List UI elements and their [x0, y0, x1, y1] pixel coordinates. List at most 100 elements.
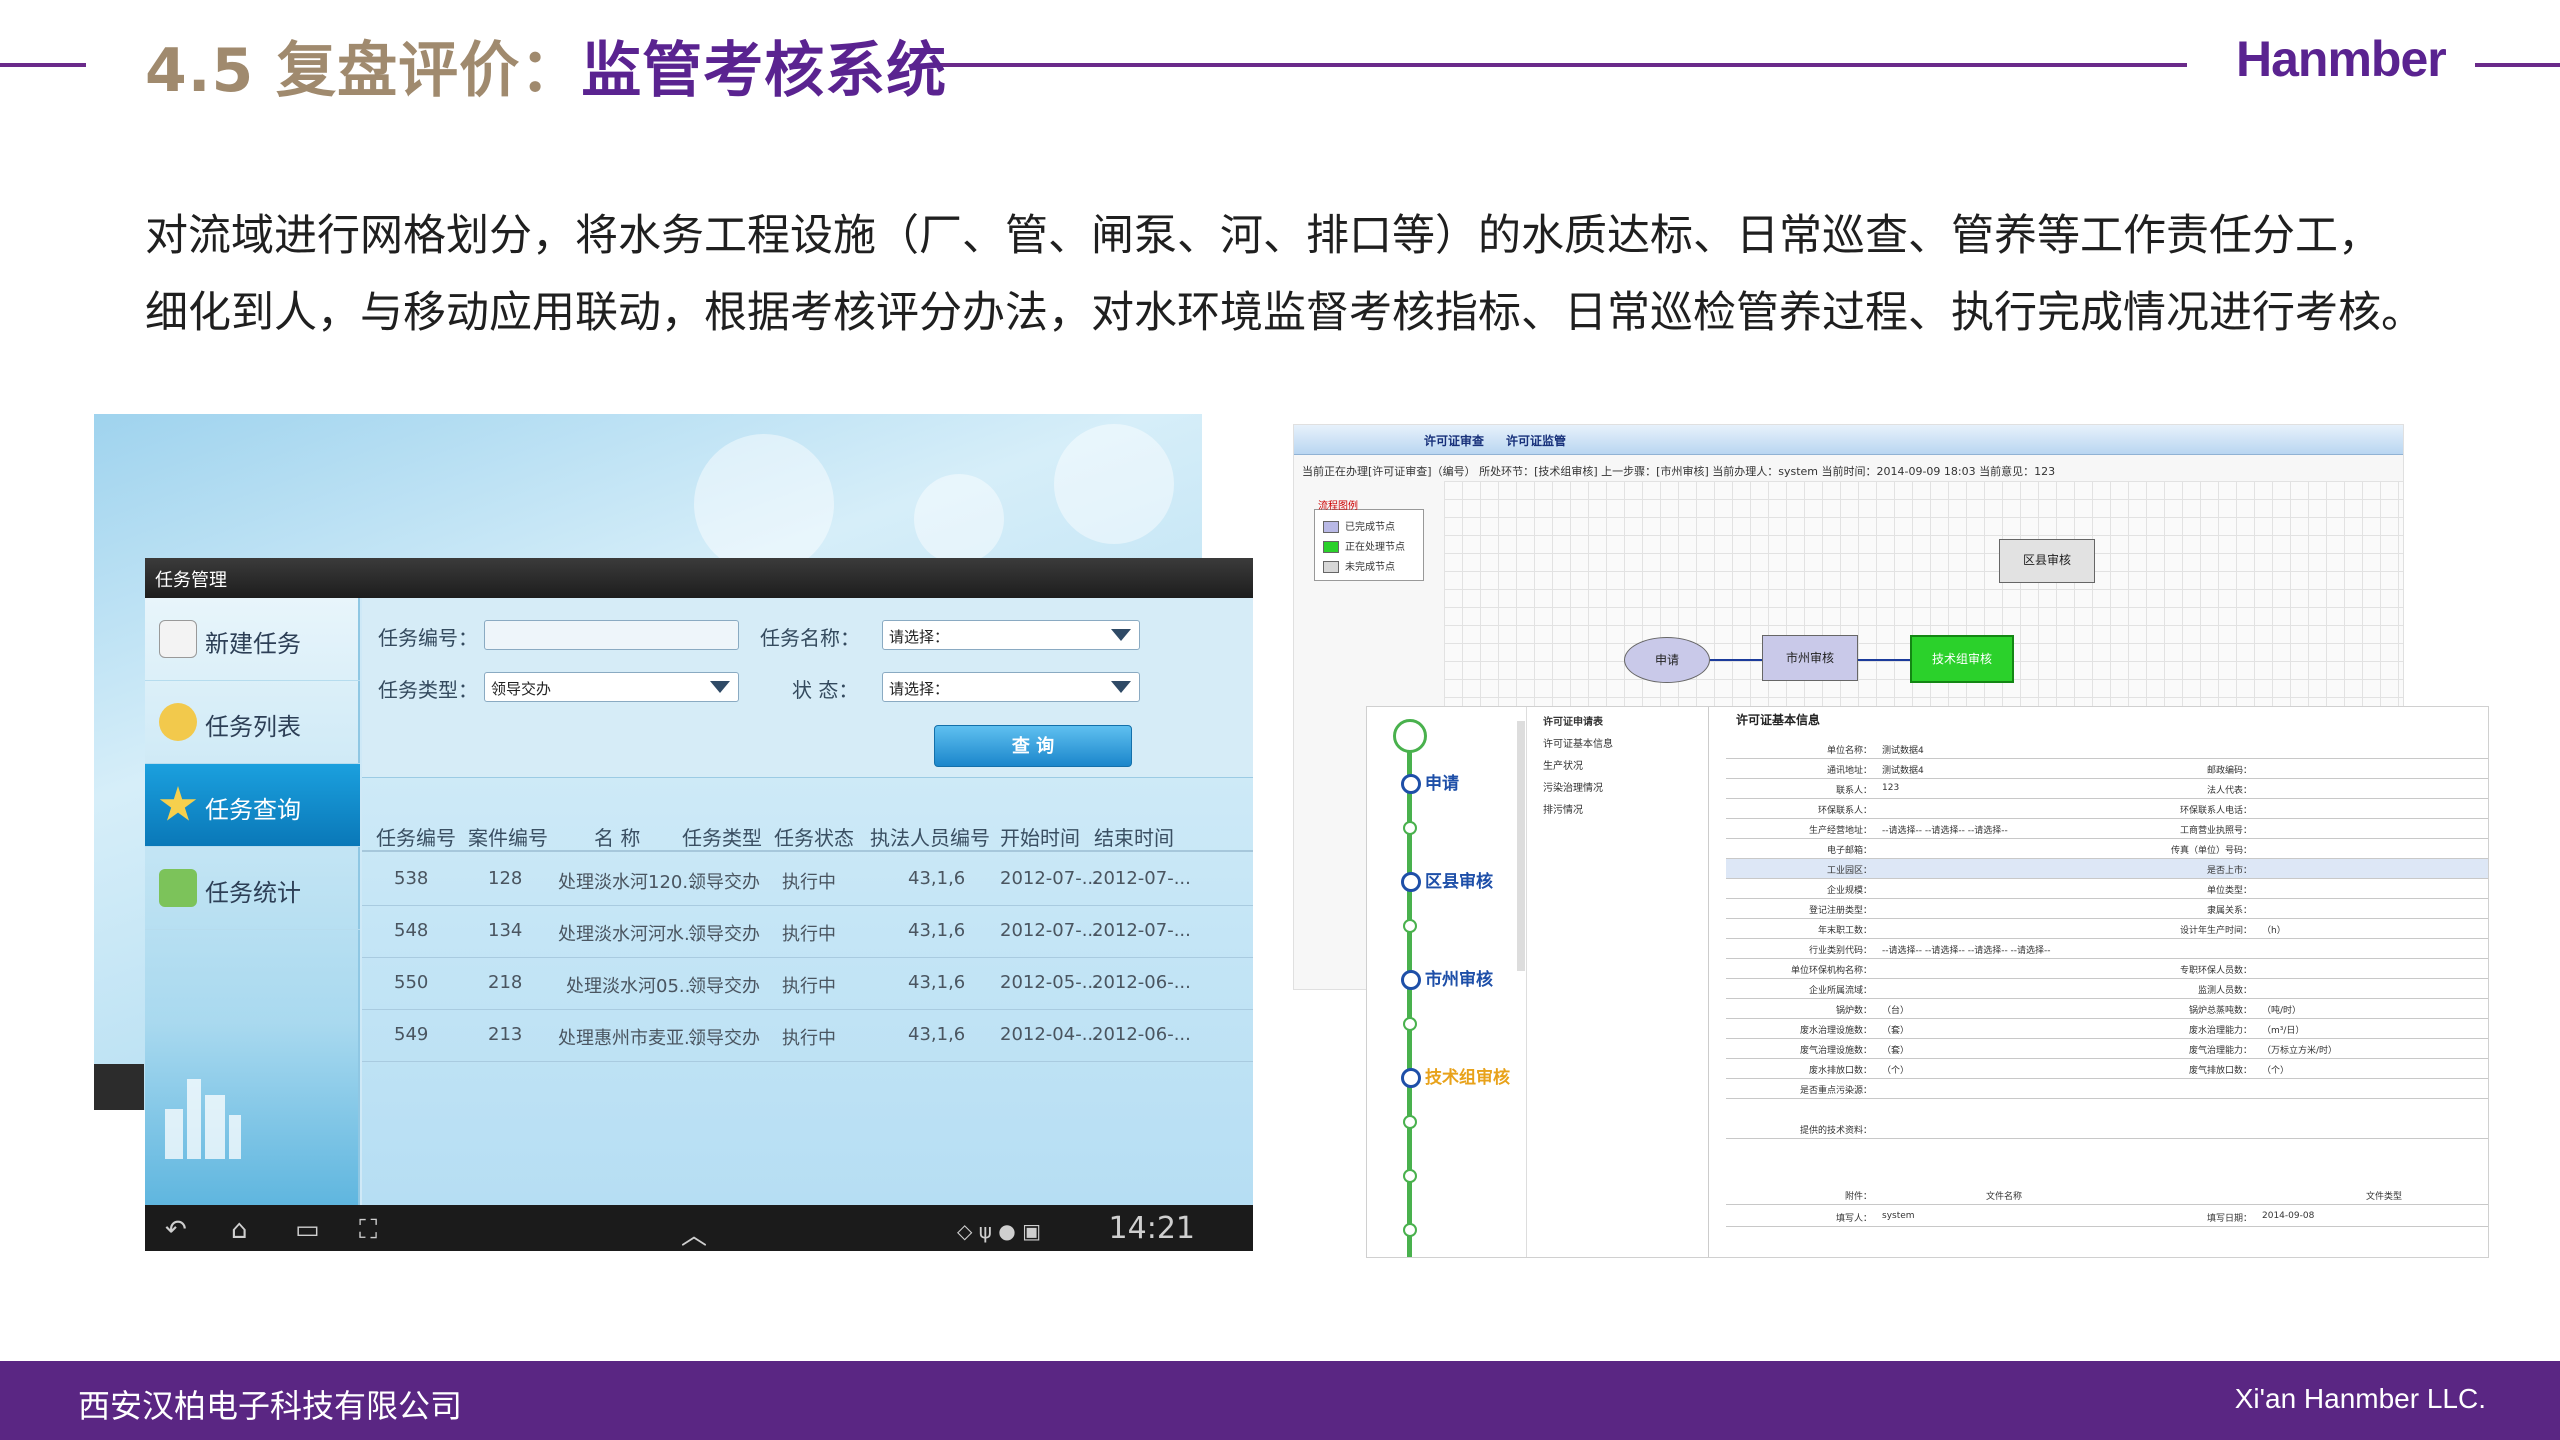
field-label: 废水治理能力： [2188, 1026, 2252, 1036]
table-row[interactable]: 549 213 处理惠州市麦亚... 领导交办 执行中 43,1,6 2012-… [362, 1010, 1253, 1062]
status-select[interactable]: 请选择： [882, 672, 1140, 702]
tree-item[interactable]: 生产状况 [1543, 757, 1583, 772]
form-row[interactable]: 企业规模： 单位类型： [1726, 879, 2488, 899]
sidebar-item-label: 任务列表 [205, 713, 301, 741]
star-icon [159, 786, 197, 821]
legend-swatch [1323, 561, 1339, 573]
field-label: 联系人： [1835, 786, 1872, 796]
form-row[interactable]: 年末职工数： 设计年生产时间： （h） [1726, 919, 2488, 939]
cell-name: 处理淡水河120... [558, 872, 700, 893]
tree-item[interactable]: 污染治理情况 [1543, 779, 1603, 794]
timeline-dot [1403, 1115, 1417, 1129]
field-value: 2014-09-08 [2262, 1211, 2315, 1221]
node-apply[interactable]: 申请 [1624, 637, 1710, 683]
sidebar-item-task-query[interactable]: 任务查询 [145, 764, 360, 847]
window-titlebar: 任务管理 [145, 558, 1253, 598]
legend-item: 已完成节点 [1323, 518, 1395, 533]
form-row[interactable]: 是否重点污染源： [1726, 1079, 2488, 1099]
task-name-value: 请选择： [889, 628, 950, 646]
screenshot-icon[interactable]: ⛶ [359, 1215, 377, 1246]
form-row[interactable]: 单位环保机构名称： 专职环保人员数： [1726, 959, 2488, 979]
cell-task-type: 领导交办 [688, 872, 760, 893]
task-table-header: 任务编号 案件编号 名 称 任务类型 任务状态 执法人员编号 开始时间 结束时间 [362, 816, 1253, 852]
tab-license-review[interactable]: 许可证审查 [1424, 432, 1484, 449]
tab-license-supervision[interactable]: 许可证监管 [1506, 432, 1566, 449]
form-row[interactable]: 生产经营地址： --请选择-- --请选择-- --请选择-- 工商营业执照号： [1726, 819, 2488, 839]
timeline-step[interactable]: 技术组审核 [1401, 1063, 1510, 1088]
home-icon[interactable]: ⌂ [231, 1215, 248, 1245]
table-row[interactable]: 538 128 处理淡水河120... 领导交办 执行中 43,1,6 2012… [362, 854, 1253, 906]
form-row[interactable]: 工业园区： 是否上市： [1726, 859, 2488, 879]
form-row[interactable]: 电子邮箱： 传真（单位）号码： [1726, 839, 2488, 859]
field-label: 专职环保人员数： [2179, 966, 2252, 976]
flow-edge [1710, 659, 1762, 661]
chevron-up-icon[interactable]: ︿ [681, 1215, 707, 1251]
field-label: 电子邮箱： [1826, 846, 1872, 856]
field-value: （h） [2262, 926, 2286, 936]
field-label: 单位类型： [2206, 886, 2252, 896]
form-row[interactable]: 锅炉数： （台） 锅炉总蒸吨数： （吨/时） [1726, 999, 2488, 1019]
timeline-step[interactable]: 市州审核 [1401, 965, 1493, 990]
recent-apps-icon[interactable]: ▭ [295, 1215, 320, 1245]
field-label: 废气治理设施数： [1799, 1046, 1872, 1056]
form-row[interactable]: 废水排放口数： （个） 废气排放口数： （个） [1726, 1059, 2488, 1079]
form-row[interactable]: 登记注册类型： 隶属关系： [1726, 899, 2488, 919]
form-row[interactable]: 废水治理设施数： （套） 废水治理能力： （m³/日） [1726, 1019, 2488, 1039]
form-row[interactable]: 环保联系人： 环保联系人电话： [1726, 799, 2488, 819]
table-row[interactable]: 550 218 处理淡水河05... 领导交办 执行中 43,1,6 2012-… [362, 958, 1253, 1010]
status-icons: ◇ ψ ● ▣ [957, 1219, 1041, 1243]
tree-item[interactable]: 许可证申请表 [1543, 713, 1603, 728]
chevron-down-icon [710, 681, 730, 693]
tree-scrollbar[interactable] [1517, 721, 1525, 971]
form-row[interactable]: 填写人： system 填写日期： 2014-09-08 [1726, 1207, 2488, 1227]
header-rule-left [0, 63, 86, 67]
cell-start: 2012-07-... [1000, 868, 1099, 889]
sidebar-item-new-task[interactable]: 新建任务 [145, 598, 360, 681]
field-label: 法人代表： [2206, 786, 2252, 796]
tree-item[interactable]: 排污情况 [1543, 801, 1583, 816]
tree-item[interactable]: 许可证基本信息 [1543, 735, 1613, 750]
form-row[interactable]: 联系人： 123 法人代表： [1726, 779, 2488, 799]
legend-item: 正在处理节点 [1323, 538, 1405, 553]
back-icon[interactable]: ↶ [165, 1215, 187, 1245]
form-row[interactable]: 附件： 文件名称 文件类型 [1726, 1185, 2488, 1205]
cell-task-no: 549 [394, 1024, 429, 1045]
task-sidebar: 新建任务 任务列表 任务查询 任务统计 [145, 598, 360, 1205]
form-row[interactable]: 通讯地址： 测试数据4 邮政编码： [1726, 759, 2488, 779]
sidebar-item-task-stats[interactable]: 任务统计 [145, 847, 360, 930]
field-value: （套） [1882, 1026, 1910, 1036]
node-city-review[interactable]: 市州审核 [1762, 635, 1858, 681]
form-row[interactable]: 行业类别代码： --请选择-- --请选择-- --请选择-- --请选择-- [1726, 939, 2488, 959]
table-row[interactable]: 548 134 处理淡水河河水... 领导交办 执行中 43,1,6 2012-… [362, 906, 1253, 958]
window-title: 任务管理 [155, 570, 227, 591]
field-label: 附件： [1844, 1192, 1872, 1202]
form-row[interactable]: 提供的技术资料： [1726, 1119, 2488, 1139]
sidebar-item-task-list[interactable]: 任务列表 [145, 681, 360, 764]
form-row[interactable]: 企业所属流域： 监测人员数： [1726, 979, 2488, 999]
clock-icon [1393, 719, 1427, 753]
cell-name: 处理淡水河05... [566, 976, 697, 997]
task-type-select[interactable]: 领导交办 [484, 672, 739, 702]
field-label: 邮政编码： [2206, 766, 2252, 776]
column-header: 执法人员编号 [870, 826, 990, 850]
status-label: 状 态： [792, 678, 859, 702]
timeline-dot [1403, 919, 1417, 933]
field-value: （个） [1882, 1066, 1910, 1076]
task-query-panel: 任务编号： 任务名称： 请选择： 任务类型： 领导交办 状 态： 请选择： 查 … [362, 598, 1253, 1205]
cell-task-type: 领导交办 [688, 976, 760, 997]
query-button[interactable]: 查 询 [934, 725, 1132, 767]
form-row[interactable]: 废气治理设施数： （套） 废气治理能力： （万标立方米/时） [1726, 1039, 2488, 1059]
task-no-input[interactable] [484, 620, 739, 650]
license-detail-form: 许可证基本信息 单位名称： 测试数据4 通讯地址： 测试数据4 邮政编码： 联系人： 123… [1712, 707, 2488, 1257]
field-label: 工业园区： [1826, 866, 1872, 876]
node-district-review[interactable]: 区县审核 [1999, 539, 2095, 583]
cell-end: 2012-06-... [1092, 1024, 1191, 1045]
timeline-step[interactable]: 区县审核 [1401, 867, 1493, 892]
title-main: 监管考核系统 [581, 36, 948, 106]
cell-status: 执行中 [782, 924, 836, 945]
sidebar-item-label: 任务统计 [205, 879, 301, 907]
node-tech-review[interactable]: 技术组审核 [1910, 635, 2014, 683]
task-name-select[interactable]: 请选择： [882, 620, 1140, 650]
timeline-step[interactable]: 申请 [1401, 769, 1459, 794]
form-row[interactable]: 单位名称： 测试数据4 [1726, 739, 2488, 759]
